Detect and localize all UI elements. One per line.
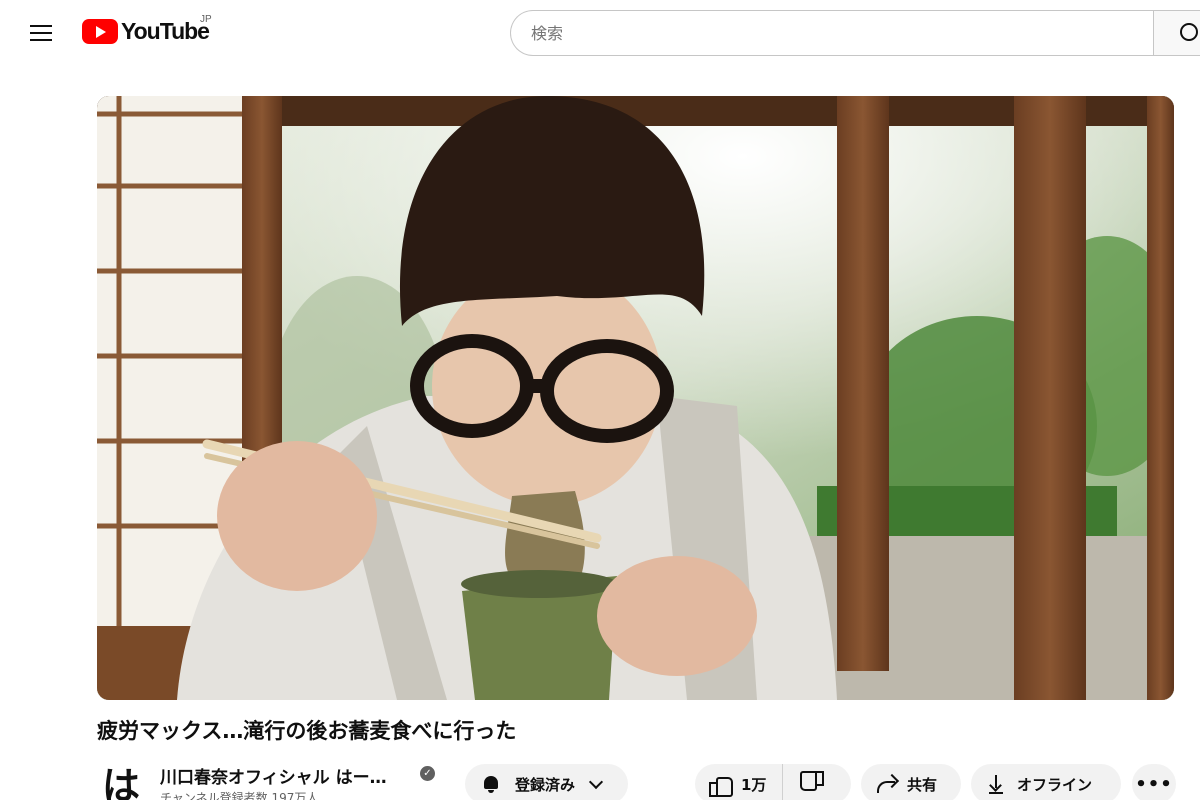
more-icon: ••• — [1135, 773, 1173, 795]
youtube-logo-icon — [82, 19, 118, 44]
video-player[interactable] — [97, 96, 1174, 700]
share-icon — [875, 775, 897, 793]
like-count: 1万 — [741, 775, 767, 794]
logo-text: YouTube — [121, 18, 210, 44]
verified-icon: ✓ — [420, 766, 435, 781]
region-code: JP — [200, 14, 212, 25]
subscribed-button[interactable]: 登録済み — [465, 764, 628, 800]
channel-name[interactable]: 川口春奈オフィシャル はー… — [160, 763, 387, 788]
channel-avatar[interactable]: は — [97, 762, 145, 800]
more-actions-button[interactable]: ••• — [1132, 764, 1176, 800]
like-button[interactable]: 1万 — [695, 764, 784, 800]
search-icon — [1180, 23, 1198, 41]
youtube-logo[interactable]: YouTube — [82, 18, 210, 45]
menu-icon[interactable] — [22, 14, 60, 52]
subscribe-label: 登録済み — [515, 775, 576, 794]
share-button[interactable]: 共有 — [861, 764, 961, 800]
download-button[interactable]: オフライン — [971, 764, 1121, 800]
chevron-down-icon — [588, 774, 604, 789]
bell-icon — [481, 774, 501, 794]
video-frame — [97, 96, 1174, 700]
offline-label: オフライン — [1017, 775, 1093, 794]
search-button[interactable] — [1153, 10, 1200, 56]
search-input[interactable] — [511, 11, 1155, 55]
dislike-button[interactable] — [783, 764, 843, 800]
video-title: 疲労マックス…滝行の後お蕎麦食べに行った — [97, 719, 517, 743]
download-icon — [987, 774, 1005, 794]
thumbs-up-icon — [709, 774, 733, 797]
share-label: 共有 — [907, 775, 938, 794]
search-box[interactable] — [510, 10, 1155, 56]
subscriber-count: チャンネル登録者数 197万人 — [160, 791, 319, 800]
like-dislike-group: 1万 — [695, 764, 851, 800]
thumbs-down-icon — [802, 774, 824, 794]
